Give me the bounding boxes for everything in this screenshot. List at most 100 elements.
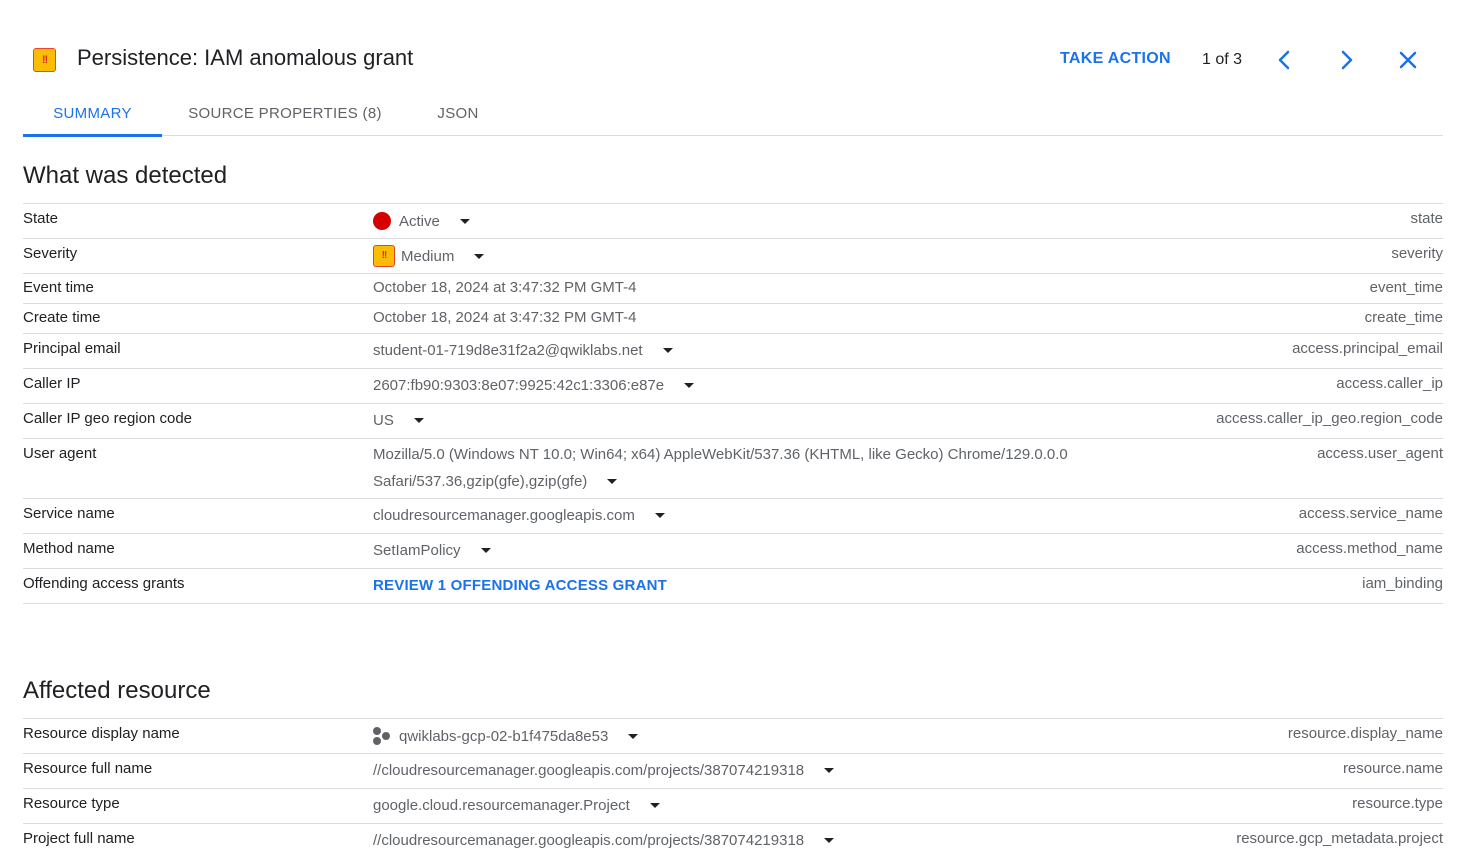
field-name: access.method_name [1296, 540, 1443, 557]
field-name: access.caller_ip [1336, 375, 1443, 392]
dropdown-caret-icon[interactable] [662, 348, 673, 353]
table-row: Event time October 18, 2024 at 3:47:32 P… [23, 274, 1443, 304]
principal-email-value: student-01-719d8e31f2a2@qwiklabs.net [373, 342, 673, 359]
table-row: Caller IP geo region code US access.call… [23, 404, 1443, 439]
resource-type-text: google.cloud.resourcemanager.Project [373, 797, 630, 814]
dropdown-caret-icon[interactable] [628, 733, 639, 739]
user-agent-value: Mozilla/5.0 (Windows NT 10.0; Win64; x64… [373, 441, 1153, 495]
method-name-value: SetIamPolicy [373, 542, 491, 559]
table-row: Create time October 18, 2024 at 3:47:32 … [23, 304, 1443, 334]
state-text: Active [399, 212, 440, 230]
field-name: access.service_name [1298, 505, 1443, 522]
resource-type-value: google.cloud.resourcemanager.Project [373, 797, 660, 814]
detected-table: State Active state Severity !! Medium se… [23, 203, 1443, 604]
row-label: Resource type [23, 795, 120, 812]
row-label: Create time [23, 309, 101, 326]
dropdown-caret-icon[interactable] [413, 418, 424, 423]
tab-source-properties[interactable]: SOURCE PROPERTIES (8) [185, 90, 385, 136]
table-row: Severity !! Medium severity [23, 239, 1443, 274]
row-label: Caller IP [23, 375, 81, 392]
table-row: User agent Mozilla/5.0 (Windows NT 10.0;… [23, 439, 1443, 499]
tab-bar: SUMMARY SOURCE PROPERTIES (8) JSON [23, 90, 1443, 137]
principal-email-text: student-01-719d8e31f2a2@qwiklabs.net [373, 342, 643, 359]
field-name: resource.display_name [1287, 725, 1443, 742]
severity-medium-icon: !! [33, 48, 56, 72]
caller-ip-value: 2607:fb90:9303:8e07:9925:42c1:3306:e87e [373, 377, 695, 394]
field-name: severity [1391, 245, 1443, 262]
take-action-button[interactable]: TAKE ACTION [1060, 50, 1171, 68]
method-name-text: SetIamPolicy [373, 542, 461, 559]
table-row: Resource display name qwiklabs-gcp-02-b1… [23, 719, 1443, 754]
dropdown-caret-icon[interactable] [654, 513, 665, 518]
user-agent-line-2-text: Safari/537.36,gzip(gfe),gzip(gfe) [373, 473, 588, 490]
table-row: Offending access grants REVIEW 1 OFFENDI… [23, 569, 1443, 604]
affected-table: Resource display name qwiklabs-gcp-02-b1… [23, 718, 1443, 852]
close-button[interactable] [1394, 46, 1422, 74]
field-name: resource.name [1342, 760, 1443, 777]
dropdown-caret-icon[interactable] [607, 479, 618, 484]
previous-finding-button[interactable] [1270, 46, 1298, 74]
offending-grants-value: REVIEW 1 OFFENDING ACCESS GRANT [373, 577, 667, 594]
project-icon [373, 727, 391, 745]
field-name: event_time [1369, 279, 1443, 296]
section-title-affected: Affected resource [23, 677, 211, 704]
review-offending-grant-link[interactable]: REVIEW 1 OFFENDING ACCESS GRANT [373, 577, 667, 594]
row-label: Method name [23, 540, 115, 557]
resource-display-name-value: qwiklabs-gcp-02-b1f475da8e53 [373, 727, 639, 745]
dropdown-caret-icon[interactable] [474, 253, 485, 259]
service-name-value: cloudresourcemanager.googleapis.com [373, 507, 665, 524]
resource-full-name-text: //cloudresourcemanager.googleapis.com/pr… [373, 762, 805, 779]
row-label: Principal email [23, 340, 121, 357]
table-row: Resource full name //cloudresourcemanage… [23, 754, 1443, 789]
table-row: Service name cloudresourcemanager.google… [23, 499, 1443, 534]
table-row: State Active state [23, 204, 1443, 239]
dropdown-caret-icon[interactable] [459, 218, 470, 224]
resource-full-name-value: //cloudresourcemanager.googleapis.com/pr… [373, 762, 835, 779]
field-name: state [1410, 210, 1443, 227]
resource-display-name-text: qwiklabs-gcp-02-b1f475da8e53 [399, 727, 609, 745]
dropdown-caret-icon[interactable] [684, 383, 695, 388]
field-name: create_time [1364, 309, 1443, 326]
next-finding-button[interactable] [1333, 46, 1361, 74]
finding-title: Persistence: IAM anomalous grant [77, 45, 414, 70]
table-row: Resource type google.cloud.resourcemanag… [23, 789, 1443, 824]
tab-summary[interactable]: SUMMARY [23, 90, 162, 137]
close-icon [1399, 51, 1417, 69]
row-label: Caller IP geo region code [23, 410, 192, 427]
row-label: State [23, 210, 59, 227]
row-label: Resource full name [23, 760, 153, 777]
project-full-name-text: //cloudresourcemanager.googleapis.com/pr… [373, 832, 805, 849]
chevron-right-icon [1341, 50, 1353, 70]
row-label: Service name [23, 505, 115, 522]
field-name: access.caller_ip_geo.region_code [1216, 410, 1443, 427]
pager-indicator: 1 of 3 [1202, 51, 1243, 68]
state-value: Active [373, 212, 470, 230]
status-dot-icon [373, 212, 391, 230]
finding-header: !! Persistence: IAM anomalous grant TAKE… [0, 0, 1461, 90]
dropdown-caret-icon[interactable] [649, 803, 660, 808]
row-label: Resource display name [23, 725, 180, 742]
user-agent-line-2: Safari/537.36,gzip(gfe),gzip(gfe) [373, 468, 1153, 495]
section-title-detected: What was detected [23, 162, 228, 189]
event-time-text: October 18, 2024 at 3:47:32 PM GMT-4 [373, 279, 637, 296]
severity-medium-icon: !! [373, 245, 395, 267]
dropdown-caret-icon[interactable] [824, 768, 835, 773]
event-time-value: October 18, 2024 at 3:47:32 PM GMT-4 [373, 279, 636, 296]
field-name: access.user_agent [1317, 445, 1443, 462]
severity-value: !! Medium [373, 245, 485, 267]
row-label: Event time [23, 279, 94, 296]
tab-json[interactable]: JSON [427, 90, 489, 136]
service-name-text: cloudresourcemanager.googleapis.com [373, 507, 635, 524]
dropdown-caret-icon[interactable] [480, 548, 491, 553]
table-row: Project full name //cloudresourcemanager… [23, 824, 1443, 852]
severity-text: Medium [401, 247, 455, 265]
dropdown-caret-icon[interactable] [824, 838, 835, 843]
region-code-value: US [373, 412, 424, 429]
row-label: User agent [23, 445, 97, 462]
table-row: Principal email student-01-719d8e31f2a2@… [23, 334, 1443, 369]
row-label: Severity [23, 245, 78, 262]
row-label: Offending access grants [23, 575, 185, 592]
field-name: resource.type [1352, 795, 1443, 812]
table-row: Method name SetIamPolicy access.method_n… [23, 534, 1443, 569]
field-name: resource.gcp_metadata.project [1236, 830, 1443, 847]
